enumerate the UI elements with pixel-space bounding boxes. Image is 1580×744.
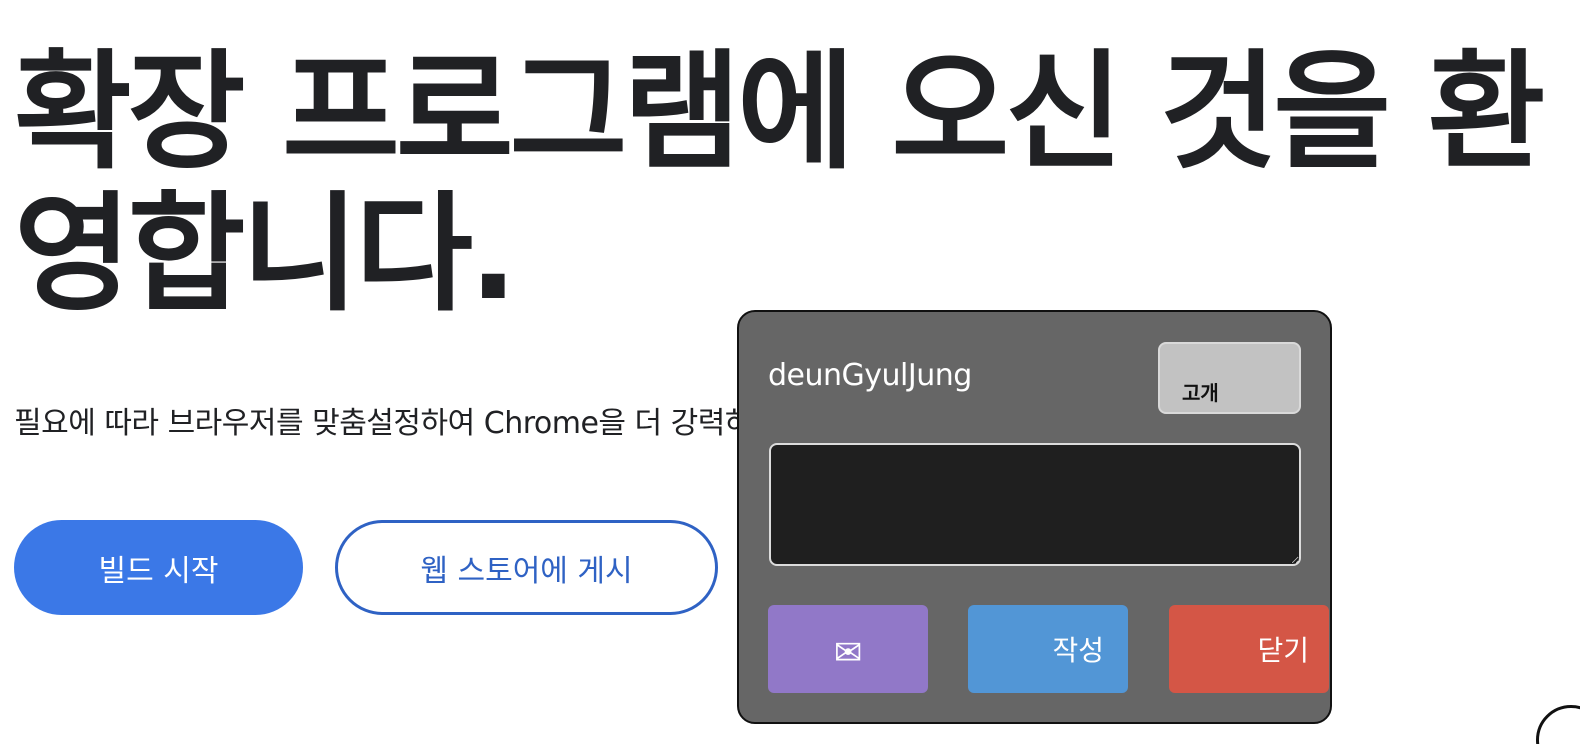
page-title: 확장 프로그램에 오신 것을 환영합니다. xyxy=(14,38,1545,329)
mail-icon: ✉ xyxy=(833,632,863,673)
note-textarea[interactable] xyxy=(769,443,1301,566)
close-button[interactable]: 닫기 xyxy=(1169,605,1329,693)
write-button[interactable]: 작성 xyxy=(968,605,1128,693)
publish-webstore-button[interactable]: 웹 스토어에 게시 xyxy=(335,520,718,615)
username-label: deunGyulJung xyxy=(768,358,972,393)
start-build-button[interactable]: 빌드 시작 xyxy=(14,520,303,615)
floating-action-circle[interactable] xyxy=(1536,705,1580,744)
mail-button[interactable]: ✉ xyxy=(768,605,928,693)
page: 확장 프로그램에 오신 것을 환영합니다. 필요에 따라 브라우저를 맞춤설정하… xyxy=(0,0,1580,744)
extension-popup-panel: deunGyulJung 고개 ✉ 작성 닫기 xyxy=(737,310,1332,724)
visibility-toggle-button[interactable]: 고개 xyxy=(1158,342,1301,414)
